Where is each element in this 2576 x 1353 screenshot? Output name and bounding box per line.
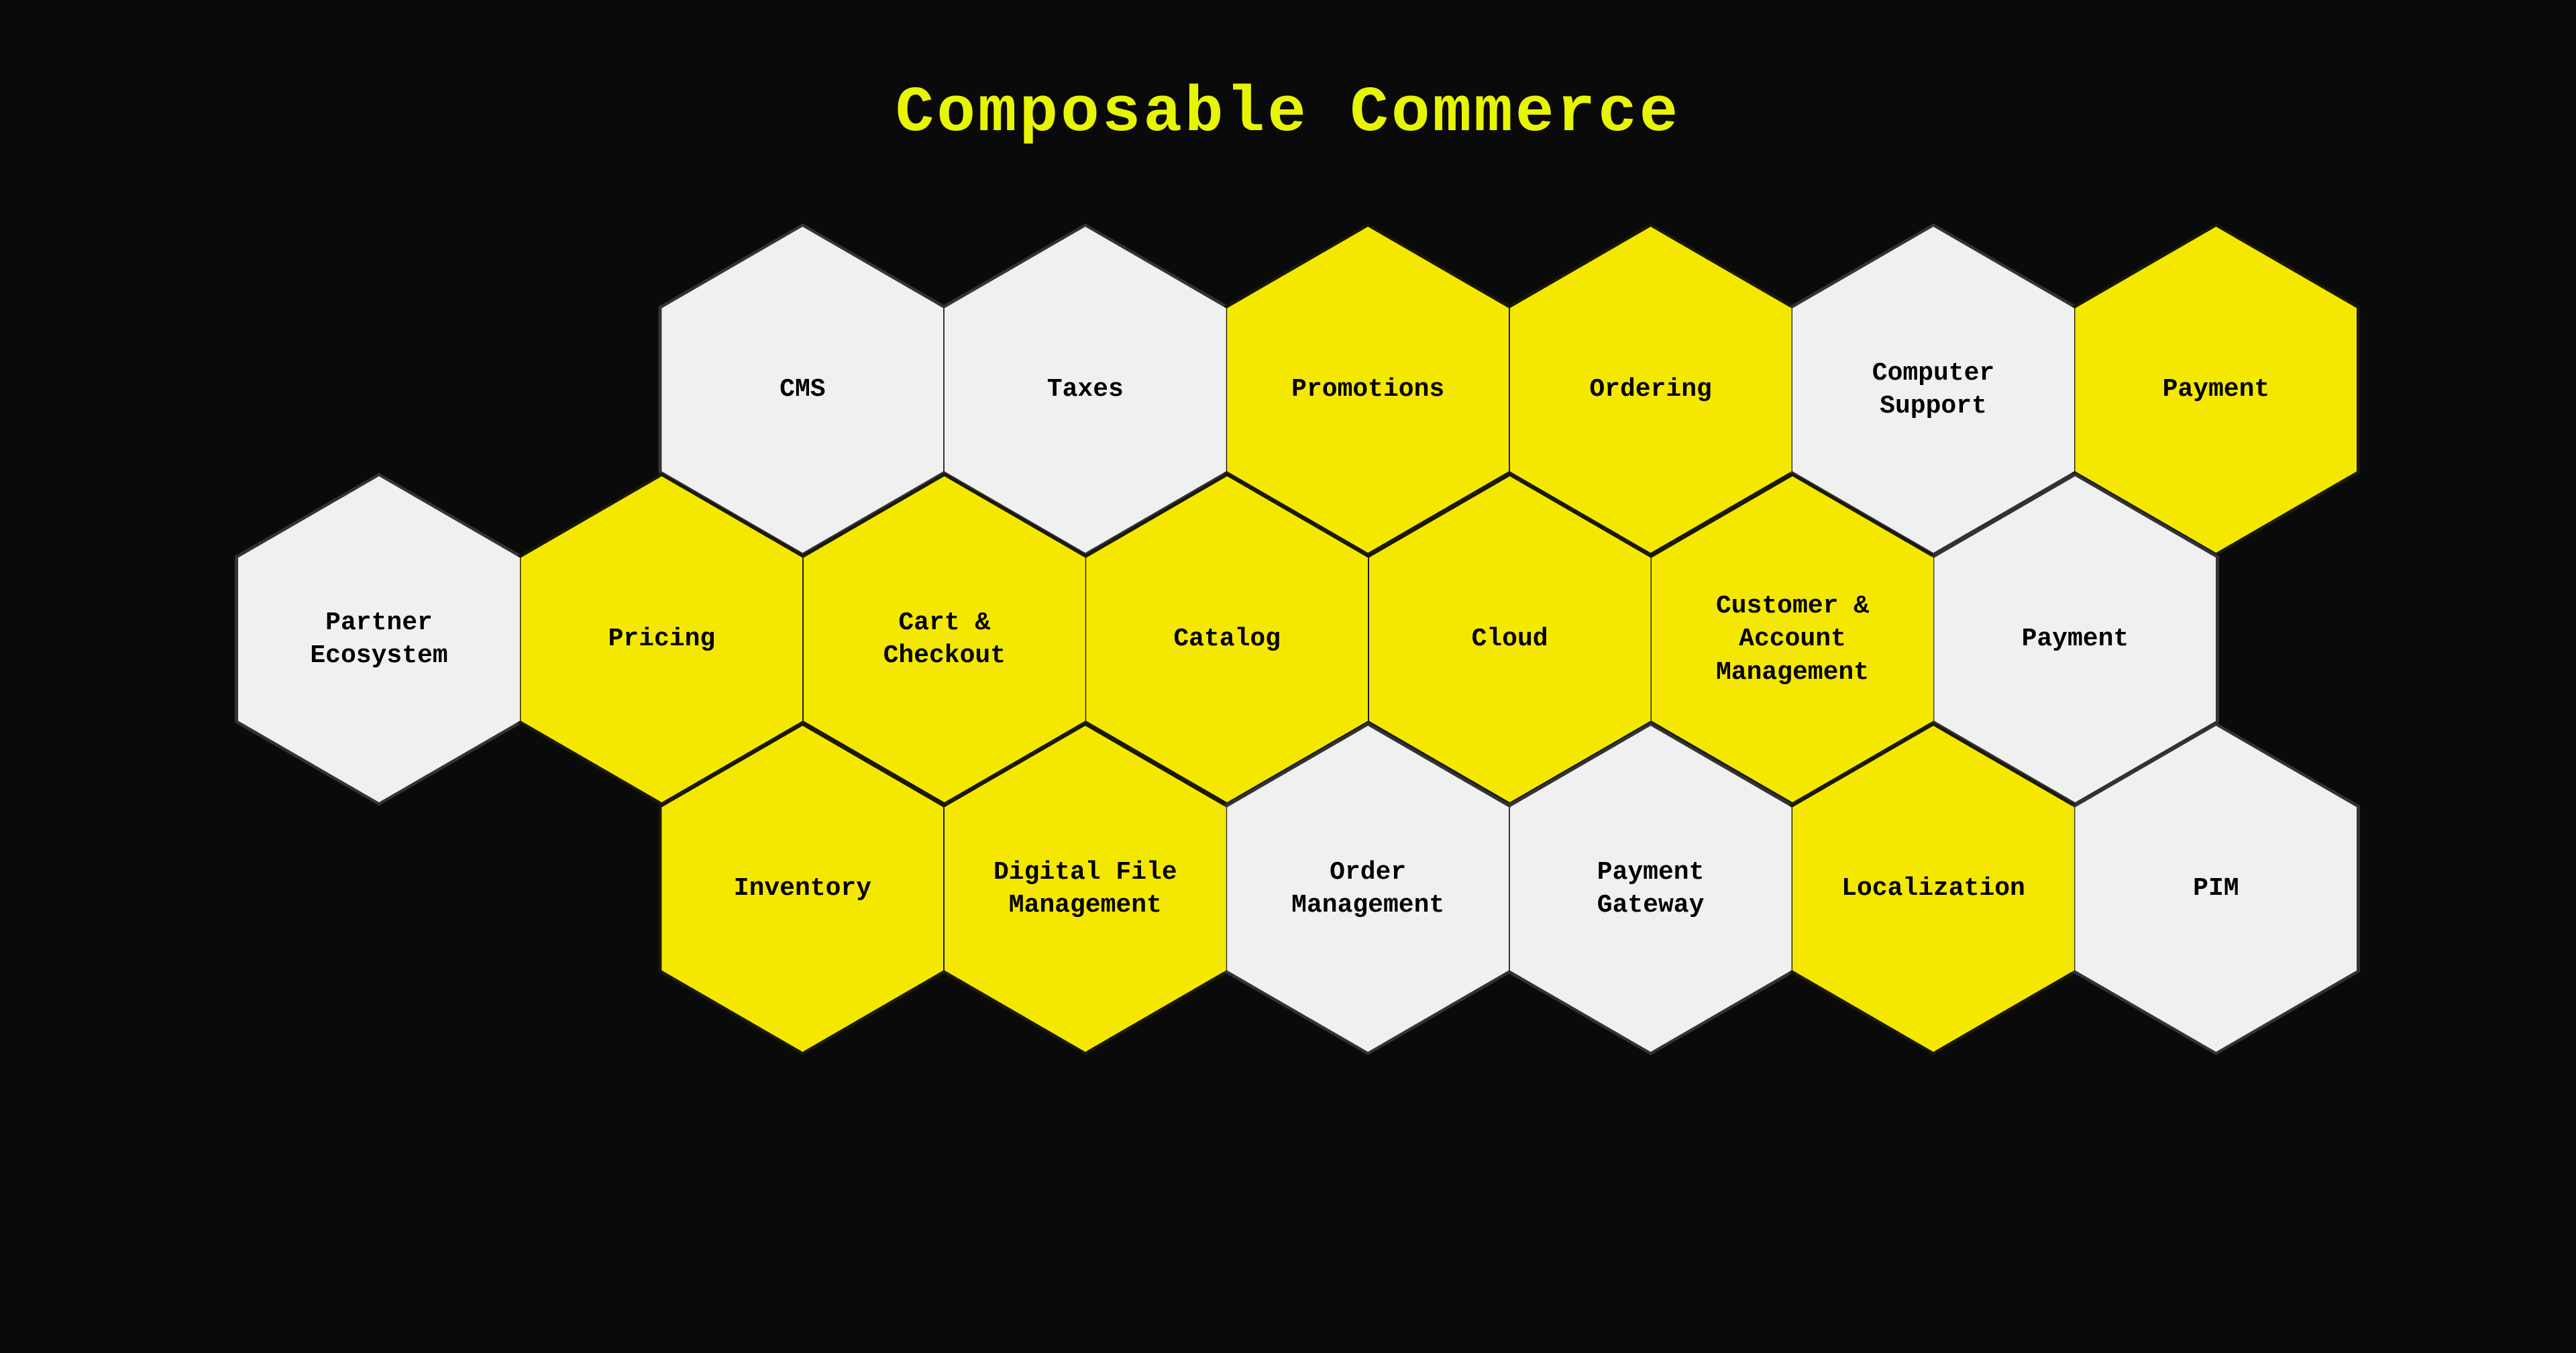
hex-label-catalog: Catalog — [1153, 609, 1301, 669]
honeycomb-grid: CMS Taxes Promotions Ordering Computer Suppo… — [148, 203, 2428, 1277]
hex-label-localization: Localization — [1821, 859, 2045, 918]
hex-label-partner-ecosystem: Partner Ecosystem — [290, 593, 468, 686]
hex-label-pricing: Pricing — [588, 609, 736, 669]
hex-label-pim: PIM — [2173, 859, 2259, 918]
hex-label-payment-gateway: Payment Gateway — [1577, 843, 1725, 936]
hex-label-promotions: Promotions — [1271, 360, 1464, 419]
hex-label-order-management: Order Management — [1271, 843, 1464, 936]
hex-label-ordering: Ordering — [1569, 360, 1731, 419]
hex-label-taxes: Taxes — [1027, 360, 1144, 419]
hex-label-cms: CMS — [759, 360, 845, 419]
hex-label-cloud: Cloud — [1452, 609, 1568, 669]
hex-label-payment-top: Payment — [2143, 360, 2290, 419]
page-title: Composable Commerce — [896, 76, 1681, 150]
hex-label-customer-account: Customer & Account Management — [1696, 576, 1889, 702]
hex-label-inventory: Inventory — [714, 859, 892, 918]
hex-label-computer-support: Computer Support — [1852, 343, 2015, 437]
hex-label-payment-right: Payment — [2002, 609, 2149, 669]
hex-partner-ecosystem: Partner Ecosystem — [235, 473, 523, 806]
hex-label-cart-checkout: Cart & Checkout — [863, 593, 1026, 686]
hex-label-digital-file: Digital File Management — [973, 843, 1197, 936]
